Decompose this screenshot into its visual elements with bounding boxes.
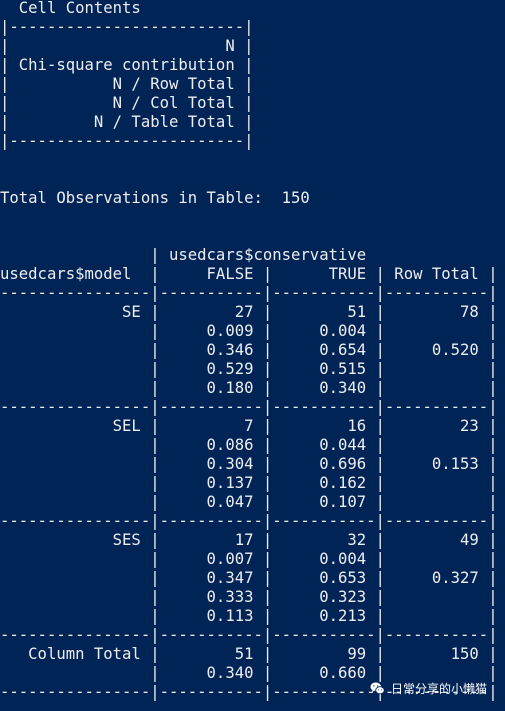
console-line: | 0.009 | 0.004 | | <box>0 322 498 340</box>
console-line: |-------------------------| <box>0 132 254 150</box>
console-line: | N / Row Total | <box>0 75 254 93</box>
console-line: | 0.346 | 0.654 | 0.520 | <box>0 341 498 359</box>
console-line: usedcars$model | FALSE | TRUE | Row Tota… <box>0 265 498 283</box>
console-line: ----------------|-----------|-----------… <box>0 512 498 530</box>
console-line: |-------------------------| <box>0 18 254 36</box>
console-line: ----------------|-----------|-----------… <box>0 398 498 416</box>
wechat-icon <box>370 681 385 694</box>
console-line: | N / Table Total | <box>0 113 254 131</box>
console-line: ----------------|-----------|-----------… <box>0 626 498 644</box>
watermark-text: 日常分享的小懒猫 <box>391 681 488 696</box>
console-output: Cell Contents |-------------------------|… <box>0 0 505 711</box>
console-line: | Chi-square contribution | <box>0 56 254 74</box>
console-line: | 0.113 | 0.213 | | <box>0 607 498 625</box>
console-line: ----------------|-----------|-----------… <box>0 284 498 302</box>
console-line: | 0.529 | 0.515 | | <box>0 360 498 378</box>
console-line: SE | 27 | 51 | 78 | <box>0 303 498 321</box>
console-line: SES | 17 | 32 | 49 | <box>0 531 498 549</box>
console-line: | 0.180 | 0.340 | | <box>0 379 498 397</box>
console-line: | 0.347 | 0.653 | 0.327 | <box>0 569 498 587</box>
console-line: | 0.007 | 0.004 | | <box>0 550 498 568</box>
console-line: SEL | 7 | 16 | 23 | <box>0 417 498 435</box>
console-line: | 0.086 | 0.044 | | <box>0 436 498 454</box>
console-line: | 0.304 | 0.696 | 0.153 | <box>0 455 498 473</box>
console-line: Column Total | 51 | 99 | 150 | <box>0 645 498 663</box>
console-line: Cell Contents <box>0 0 141 17</box>
console-line: Total Observations in Table: 150 <box>0 189 310 207</box>
console-line: | usedcars$conservative <box>0 246 367 264</box>
console-line: | 0.333 | 0.323 | | <box>0 588 498 606</box>
console-line: | N | <box>0 37 254 55</box>
console-line: | 0.047 | 0.107 | | <box>0 493 498 511</box>
watermark: 日常分享的小懒猫 <box>369 679 487 697</box>
console-line: | 0.137 | 0.162 | | <box>0 474 498 492</box>
console-line: | N / Col Total | <box>0 94 254 112</box>
